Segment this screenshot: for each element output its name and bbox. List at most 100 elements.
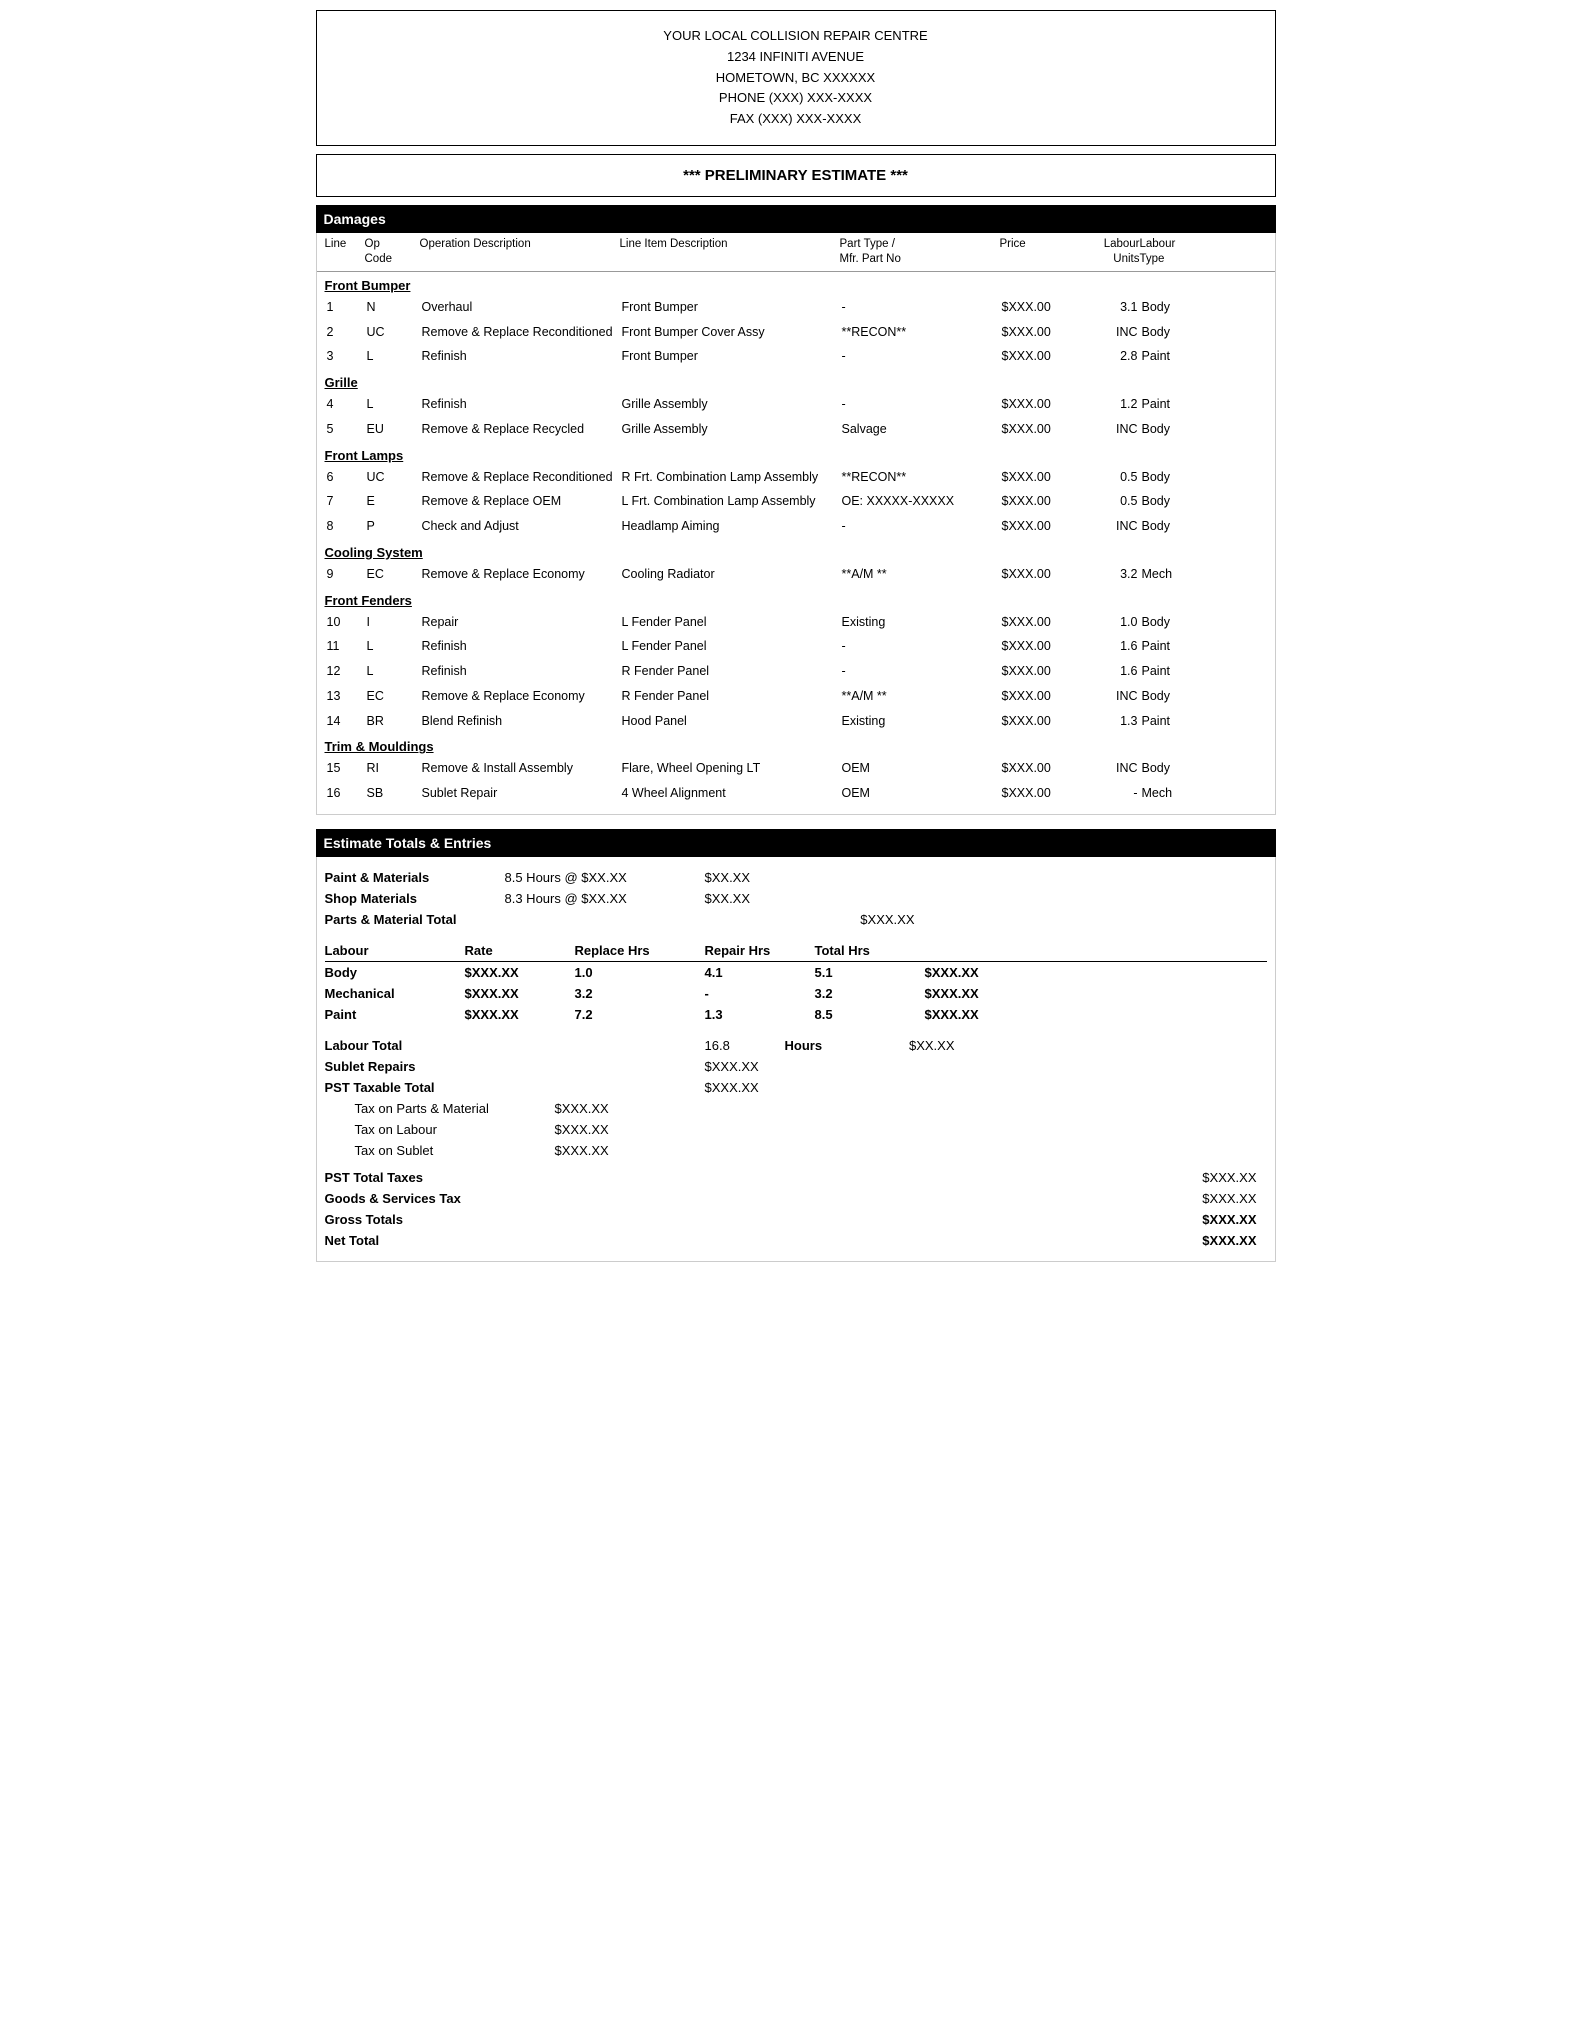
paint-replace: 7.2 xyxy=(575,1007,705,1022)
body-replace: 1.0 xyxy=(575,965,705,980)
body-total: 5.1 xyxy=(815,965,925,980)
pst-total-taxes-amount: $XXX.XX xyxy=(1147,1170,1267,1185)
table-row: 11 L Refinish L Fender Panel - $XXX.00 1… xyxy=(317,634,1275,659)
pst-total-taxes-row: PST Total Taxes $XXX.XX xyxy=(325,1167,1267,1188)
paint-materials-detail: 8.5 Hours @ $XX.XX xyxy=(505,870,705,885)
col-labour-units: LabourUnits xyxy=(1080,237,1140,267)
table-row: 13 EC Remove & Replace Economy R Fender … xyxy=(317,684,1275,709)
subsection-trim-mouldings: Trim & Mouldings xyxy=(317,733,1275,756)
header-section: YOUR LOCAL COLLISION REPAIR CENTRE 1234 … xyxy=(316,10,1276,146)
paint-label: Paint xyxy=(325,1007,465,1022)
shop-materials-row: Shop Materials 8.3 Hours @ $XX.XX $XX.XX xyxy=(325,888,1267,909)
paint-labour-row: Paint $XXX.XX 7.2 1.3 8.5 $XXX.XX xyxy=(325,1004,1267,1025)
labour-header-total: Total Hrs xyxy=(815,943,925,958)
col-labour-type: LabourType xyxy=(1140,237,1200,267)
shop-materials-amount: $XX.XX xyxy=(705,891,825,906)
subsection-front-bumper: Front Bumper xyxy=(317,272,1275,295)
subsection-front-fenders: Front Fenders xyxy=(317,587,1275,610)
table-row: 2 UC Remove & Replace Reconditioned Fron… xyxy=(317,320,1275,345)
header-line5: FAX (XXX) XXX-XXXX xyxy=(317,109,1275,130)
parts-material-total-amount: $XXX.XX xyxy=(825,912,925,927)
labour-total-hrs-suffix: Hours xyxy=(785,1038,865,1053)
shop-materials-detail: 8.3 Hours @ $XX.XX xyxy=(505,891,705,906)
table-row: 7 E Remove & Replace OEM L Frt. Combinat… xyxy=(317,489,1275,514)
tax-labour-label: Tax on Labour xyxy=(355,1122,555,1137)
mechanical-amount: $XXX.XX xyxy=(925,986,1045,1001)
pst-total-taxes-label: PST Total Taxes xyxy=(325,1170,505,1185)
table-row: 12 L Refinish R Fender Panel - $XXX.00 1… xyxy=(317,659,1275,684)
gross-totals-label: Gross Totals xyxy=(325,1212,545,1227)
tax-sublet-amount: $XXX.XX xyxy=(555,1143,685,1158)
header-line3: HOMETOWN, BC XXXXXX xyxy=(317,68,1275,89)
net-total-row: Net Total $XXX.XX xyxy=(325,1230,1267,1251)
paint-materials-label: Paint & Materials xyxy=(325,870,505,885)
body-amount: $XXX.XX xyxy=(925,965,1045,980)
tax-labour-amount: $XXX.XX xyxy=(555,1122,685,1137)
header-line2: 1234 INFINITI AVENUE xyxy=(317,47,1275,68)
paint-materials-row: Paint & Materials 8.5 Hours @ $XX.XX $XX… xyxy=(325,867,1267,888)
paint-amount: $XXX.XX xyxy=(925,1007,1045,1022)
header-line1: YOUR LOCAL COLLISION REPAIR CENTRE xyxy=(317,26,1275,47)
sublet-repairs-row: Sublet Repairs $XXX.XX xyxy=(325,1056,1267,1077)
col-price: Price xyxy=(1000,237,1080,267)
col-operation: Operation Description xyxy=(420,237,620,267)
paint-materials-amount: $XX.XX xyxy=(705,870,825,885)
preliminary-section: *** PRELIMINARY ESTIMATE *** xyxy=(316,154,1276,197)
preliminary-title: *** PRELIMINARY ESTIMATE *** xyxy=(317,167,1275,184)
col-part-type: Part Type /Mfr. Part No xyxy=(840,237,1000,267)
subsection-cooling-system: Cooling System xyxy=(317,539,1275,562)
table-column-headers: Line OpCode Operation Description Line I… xyxy=(317,233,1275,272)
subsection-front-lamps: Front Lamps xyxy=(317,442,1275,465)
header-line4: PHONE (XXX) XXX-XXXX xyxy=(317,88,1275,109)
labour-total-row: Labour Total 16.8 Hours $XX.XX xyxy=(325,1035,1267,1056)
tax-parts-label: Tax on Parts & Material xyxy=(355,1101,555,1116)
body-label: Body xyxy=(325,965,465,980)
table-row: 3 L Refinish Front Bumper - $XXX.00 2.8 … xyxy=(317,344,1275,369)
mechanical-total: 3.2 xyxy=(815,986,925,1001)
table-row: 6 UC Remove & Replace Reconditioned R Fr… xyxy=(317,465,1275,490)
table-row: 1 N Overhaul Front Bumper - $XXX.00 3.1 … xyxy=(317,295,1275,320)
table-row: 8 P Check and Adjust Headlamp Aiming - $… xyxy=(317,514,1275,539)
labour-total-label: Labour Total xyxy=(325,1038,505,1053)
totals-section-header: Estimate Totals & Entries xyxy=(316,829,1276,857)
col-line: Line xyxy=(325,237,365,267)
tax-labour-row: Tax on Labour $XXX.XX xyxy=(325,1119,1267,1140)
pst-taxable-total-label: PST Taxable Total xyxy=(325,1080,505,1095)
paint-repair: 1.3 xyxy=(705,1007,815,1022)
body-rate: $XXX.XX xyxy=(465,965,575,980)
tax-parts-amount: $XXX.XX xyxy=(555,1101,685,1116)
table-row: 15 RI Remove & Install Assembly Flare, W… xyxy=(317,756,1275,781)
net-total-amount: $XXX.XX xyxy=(1147,1233,1267,1248)
sublet-repairs-label: Sublet Repairs xyxy=(325,1059,505,1074)
gross-totals-row: Gross Totals $XXX.XX xyxy=(325,1209,1267,1230)
pst-taxable-total-row: PST Taxable Total $XXX.XX xyxy=(325,1077,1267,1098)
col-op-code: OpCode xyxy=(365,237,420,267)
mechanical-rate: $XXX.XX xyxy=(465,986,575,1001)
labour-header-repair: Repair Hrs xyxy=(705,943,815,958)
mechanical-replace: 3.2 xyxy=(575,986,705,1001)
labour-header-label: Labour xyxy=(325,943,465,958)
table-row: 16 SB Sublet Repair 4 Wheel Alignment OE… xyxy=(317,781,1275,806)
labour-total-hrs: 16.8 xyxy=(705,1038,785,1053)
mechanical-repair: - xyxy=(705,986,815,1001)
paint-rate: $XXX.XX xyxy=(465,1007,575,1022)
labour-header-rate: Rate xyxy=(465,943,575,958)
gross-totals-amount: $XXX.XX xyxy=(1147,1212,1267,1227)
sublet-repairs-amount: $XXX.XX xyxy=(705,1059,865,1074)
parts-material-total-label: Parts & Material Total xyxy=(325,912,505,927)
subsection-grille: Grille xyxy=(317,369,1275,392)
table-row: 10 I Repair L Fender Panel Existing $XXX… xyxy=(317,610,1275,635)
table-row: 9 EC Remove & Replace Economy Cooling Ra… xyxy=(317,562,1275,587)
mechanical-label: Mechanical xyxy=(325,986,465,1001)
body-labour-row: Body $XXX.XX 1.0 4.1 5.1 $XXX.XX xyxy=(325,962,1267,983)
tax-sublet-row: Tax on Sublet $XXX.XX xyxy=(325,1140,1267,1161)
table-row: 14 BR Blend Refinish Hood Panel Existing… xyxy=(317,709,1275,734)
mechanical-labour-row: Mechanical $XXX.XX 3.2 - 3.2 $XXX.XX xyxy=(325,983,1267,1004)
pst-taxable-total-amount: $XXX.XX xyxy=(705,1080,865,1095)
tax-parts-row: Tax on Parts & Material $XXX.XX xyxy=(325,1098,1267,1119)
table-row: 4 L Refinish Grille Assembly - $XXX.00 1… xyxy=(317,392,1275,417)
body-repair: 4.1 xyxy=(705,965,815,980)
tax-sublet-label: Tax on Sublet xyxy=(355,1143,555,1158)
gst-amount: $XXX.XX xyxy=(1147,1191,1267,1206)
parts-material-total-row: Parts & Material Total $XXX.XX xyxy=(325,909,1267,930)
